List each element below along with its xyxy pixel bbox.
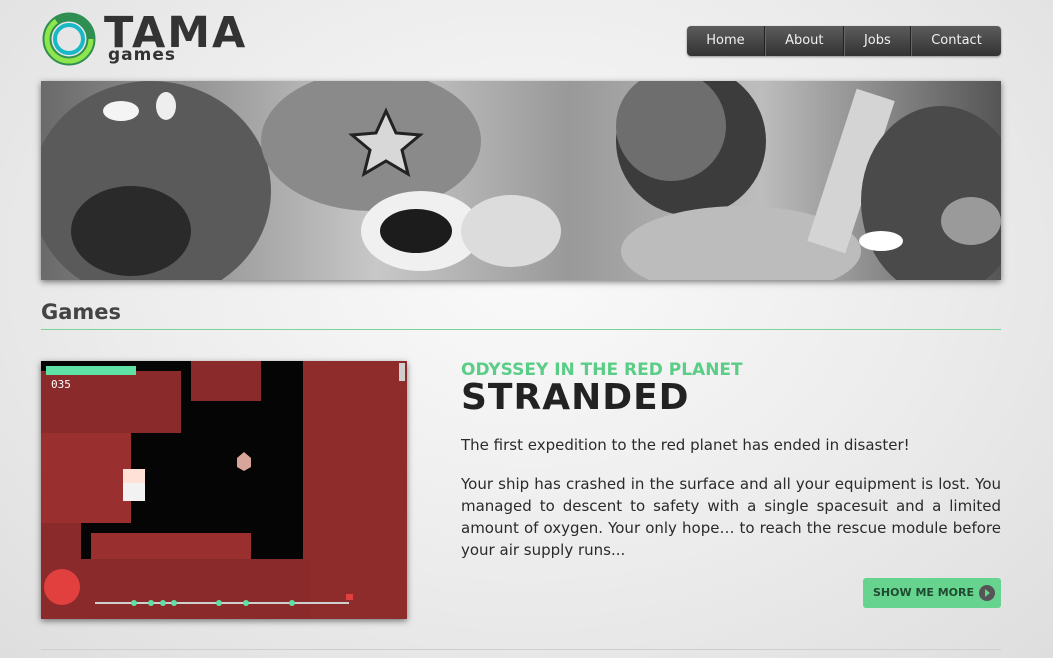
game-title: STRANDED [461, 377, 690, 418]
show-more-label: SHOW ME MORE [873, 586, 975, 599]
banner-artwork [41, 81, 1001, 280]
hero-banner-image [41, 81, 1001, 280]
nav-jobs[interactable]: Jobs [843, 26, 911, 56]
bottom-divider [41, 649, 1001, 650]
section-divider [41, 329, 1001, 330]
main-nav: Home About Jobs Contact [687, 26, 1001, 56]
nav-about[interactable]: About [764, 26, 844, 56]
game-intro: The first expedition to the red planet h… [461, 436, 910, 454]
screenshot-artwork: 035 [41, 361, 407, 619]
arrow-right-circle-icon [979, 585, 995, 601]
hud-oxygen-counter: 035 [51, 378, 71, 391]
nav-contact[interactable]: Contact [911, 26, 1001, 56]
nav-home[interactable]: Home [687, 26, 765, 56]
game-screenshot[interactable]: 035 [41, 361, 407, 619]
show-more-button[interactable]: SHOW ME MORE [863, 578, 1001, 608]
game-description: Your ship has crashed in the surface and… [461, 475, 1001, 559]
site-logo[interactable]: TAMA games [41, 11, 246, 67]
section-title: Games [41, 300, 122, 324]
logo-subtitle: games [108, 45, 177, 65]
logo-ring-icon [42, 12, 96, 66]
